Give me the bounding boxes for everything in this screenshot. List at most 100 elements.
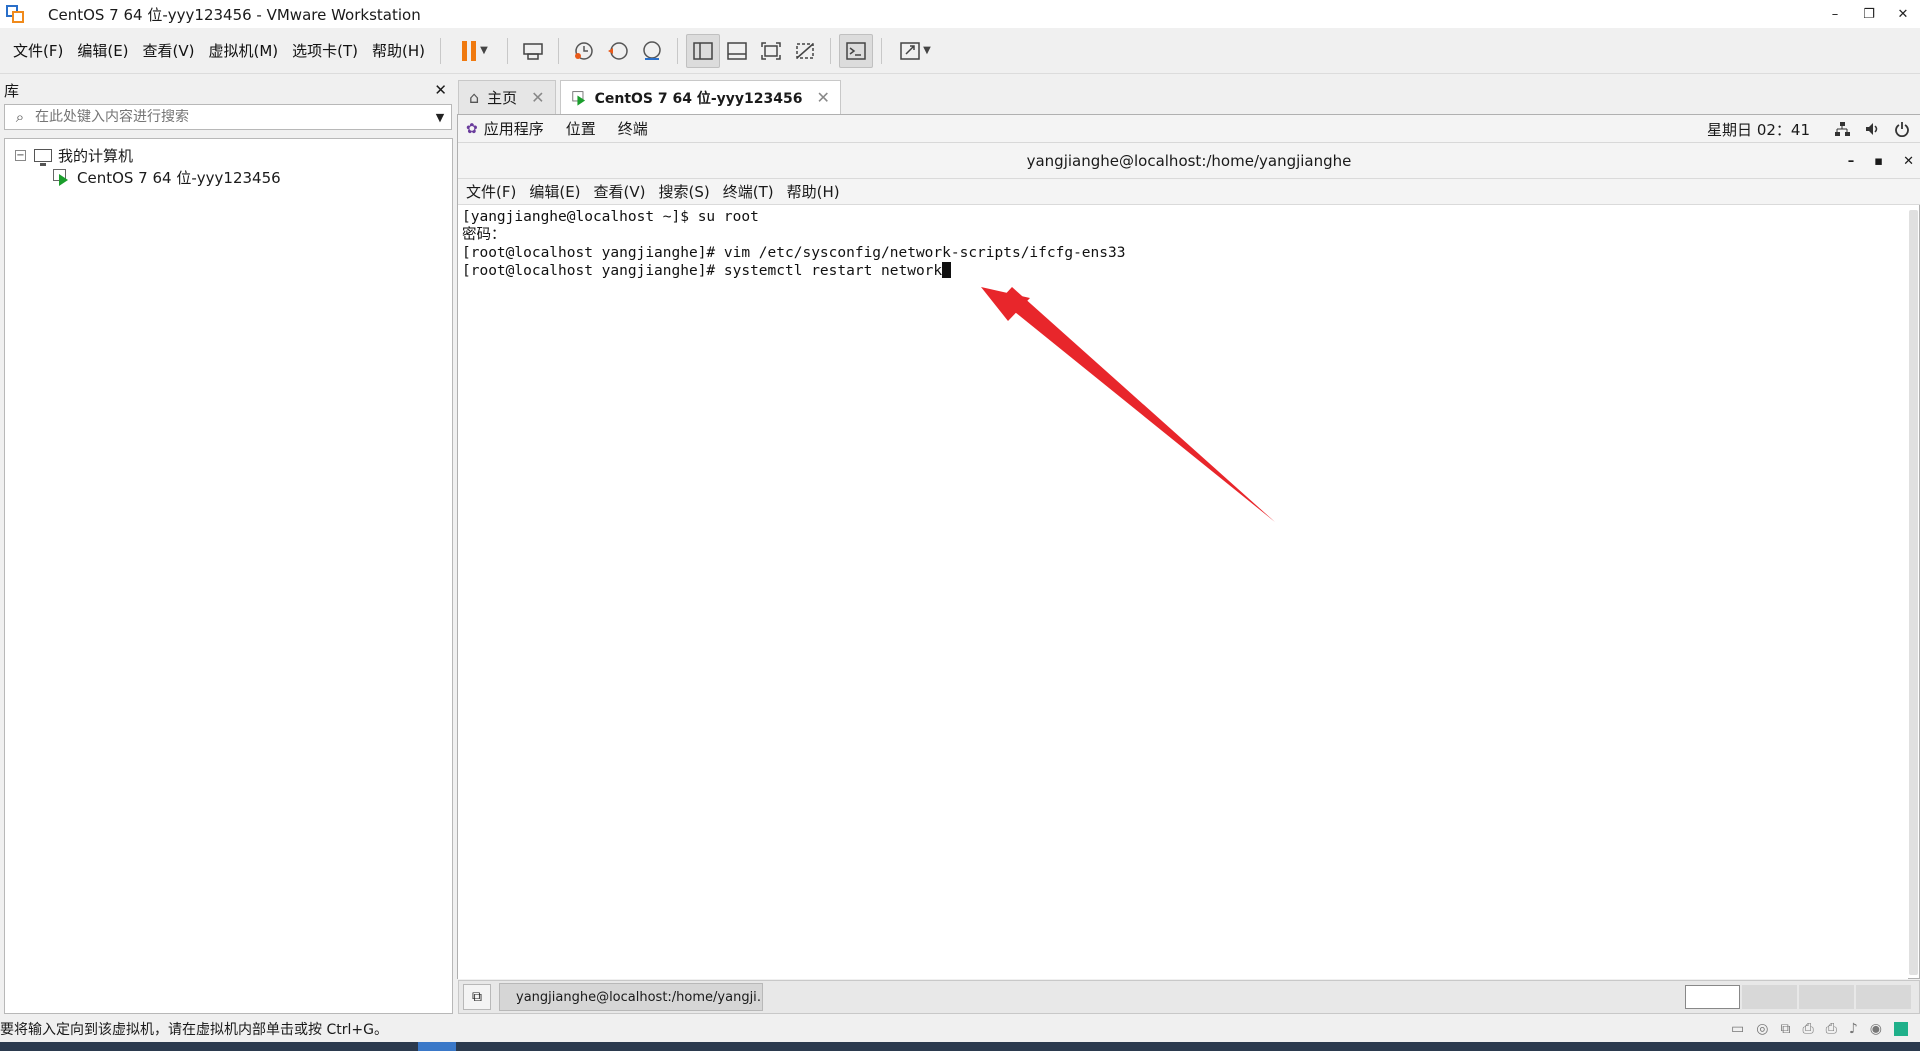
workspace-1[interactable]: [1685, 985, 1740, 1009]
printer-icon[interactable]: ⎙: [1826, 1021, 1837, 1037]
guest-taskbar: ⧉ yangjianghe@localhost:/home/yangji…: [458, 980, 1920, 1014]
tree-label: 我的计算机: [58, 146, 134, 165]
library-close-button[interactable]: ✕: [434, 81, 447, 99]
window-title: CentOS 7 64 位-yyy123456 - VMware Worksta…: [48, 5, 421, 24]
guest-terminal-menu[interactable]: 终端: [618, 118, 648, 139]
collapse-icon[interactable]: −: [15, 149, 26, 161]
host-taskbar-strip: [0, 1042, 1920, 1051]
terminal-menu-file[interactable]: 文件(F): [466, 181, 516, 202]
terminal-minimize-button[interactable]: –: [1848, 154, 1855, 169]
tree-label: CentOS 7 64 位-yyy123456: [77, 168, 281, 187]
workspace-4[interactable]: [1856, 985, 1911, 1009]
toolbar-separator: [440, 37, 442, 64]
menu-help[interactable]: 帮助(H): [365, 40, 432, 61]
library-search-input[interactable]: [35, 109, 429, 125]
terminal-menu-edit[interactable]: 编辑(E): [529, 181, 580, 202]
close-icon[interactable]: ✕: [531, 88, 544, 107]
gnome-foot-icon: ✿: [466, 120, 478, 137]
display-icon[interactable]: ◉: [1870, 1021, 1882, 1037]
tab-home[interactable]: ⌂ 主页 ✕: [458, 80, 556, 114]
search-dropdown-icon[interactable]: ▼: [429, 111, 451, 124]
show-thumbnail-bar-button[interactable]: [720, 34, 754, 68]
tab-strip: ⌂ 主页 ✕ CentOS 7 64 位-yyy123456 ✕: [458, 80, 845, 114]
guest-top-panel: ✿ 应用程序 位置 终端 星期日 02：41: [458, 115, 1920, 143]
guest-applications-menu[interactable]: 应用程序: [484, 118, 544, 139]
close-icon[interactable]: ✕: [816, 88, 829, 107]
thumbnail-layout-icon: [727, 41, 747, 60]
status-message: 要将输入定向到该虚拟机，请在虚拟机内部单击或按 Ctrl+G。: [0, 1022, 388, 1038]
menu-file[interactable]: 文件(F): [6, 40, 70, 61]
show-library-button[interactable]: [686, 33, 721, 68]
message-icon[interactable]: [1894, 1022, 1908, 1036]
minimize-button[interactable]: –: [1818, 0, 1852, 28]
text-cursor: [942, 262, 952, 278]
terminal-titlebar: yangjianghe@localhost:/home/yangjianghe …: [458, 143, 1920, 179]
library-header: 库 ✕: [0, 76, 455, 104]
vm-running-icon: [571, 90, 587, 106]
vmware-logo-icon: [4, 3, 26, 25]
home-icon: ⌂: [469, 88, 480, 107]
chevron-down-icon: ▼: [923, 45, 931, 56]
status-bar: 要将输入定向到该虚拟机，请在虚拟机内部单击或按 Ctrl+G。 ▭ ◎ ⧉ ⎙ …: [0, 1018, 1920, 1040]
tree-item-vm[interactable]: CentOS 7 64 位-yyy123456: [5, 166, 452, 188]
task-label: yangjianghe@localhost:/home/yangji…: [516, 989, 763, 1005]
vm-display[interactable]: ✿ 应用程序 位置 终端 星期日 02：41 yangjianghe@local…: [457, 114, 1920, 979]
suspend-button[interactable]: ▼: [449, 34, 499, 68]
tab-label: CentOS 7 64 位-yyy123456: [594, 90, 803, 107]
guest-clock[interactable]: 星期日 02：41: [1707, 119, 1810, 140]
take-snapshot-button[interactable]: [567, 34, 601, 68]
revert-snapshot-button[interactable]: [601, 34, 635, 68]
close-window-button[interactable]: ✕: [1886, 0, 1920, 28]
library-search: ⌕ ▼: [4, 104, 452, 130]
snapshot-manager-button[interactable]: [635, 34, 669, 68]
vm-running-icon: [53, 169, 71, 186]
power-icon[interactable]: [1894, 121, 1910, 137]
taskbar-terminal-item[interactable]: yangjianghe@localhost:/home/yangji…: [499, 983, 763, 1011]
sound-icon[interactable]: ♪: [1849, 1021, 1858, 1037]
terminal-line: 密码：: [462, 227, 506, 243]
console-view-button[interactable]: [839, 33, 874, 68]
revert-snapshot-icon: [608, 41, 628, 60]
terminal-menu-terminal[interactable]: 终端(T): [723, 181, 774, 202]
guest-places-menu[interactable]: 位置: [566, 118, 596, 139]
send-ctrl-alt-del-button[interactable]: [516, 34, 550, 68]
workspace-2[interactable]: [1742, 985, 1797, 1009]
terminal-maximize-button[interactable]: ▪: [1874, 154, 1883, 169]
workspace-3[interactable]: [1799, 985, 1854, 1009]
terminal-menu-view[interactable]: 查看(V): [594, 181, 646, 202]
tree-item-my-computer[interactable]: − 我的计算机: [5, 144, 452, 166]
tab-label: 主页: [487, 89, 518, 107]
snapshot-manager-icon: [643, 40, 661, 60]
terminal-scrollbar[interactable]: [1909, 210, 1918, 975]
workspace-switcher: [1685, 985, 1911, 1009]
full-screen-button[interactable]: [754, 34, 788, 68]
pause-icon: [462, 40, 468, 61]
terminal-title: yangjianghe@localhost:/home/yangjianghe: [1026, 151, 1352, 170]
menu-edit[interactable]: 编辑(E): [70, 40, 135, 61]
terminal-output[interactable]: [yangjianghe@localhost ~]$ su root 密码： [ro…: [458, 206, 1908, 979]
stretch-icon: [900, 41, 920, 60]
network-icon[interactable]: [1834, 121, 1850, 137]
restore-button[interactable]: ❐: [1852, 0, 1886, 28]
menu-vm[interactable]: 虚拟机(M): [202, 40, 286, 61]
stretch-guest-button[interactable]: ▼: [890, 34, 940, 68]
fullscreen-icon: [761, 41, 781, 60]
usb-icon[interactable]: ⎙: [1802, 1021, 1813, 1037]
terminal-close-button[interactable]: ✕: [1903, 154, 1914, 169]
network-adapter-icon[interactable]: ⧉: [1780, 1021, 1790, 1037]
volume-icon[interactable]: [1864, 121, 1880, 137]
terminal-menu-search[interactable]: 搜索(S): [659, 181, 710, 202]
cd-dvd-icon[interactable]: ◎: [1756, 1021, 1768, 1037]
unity-button[interactable]: [788, 34, 822, 68]
tab-vm[interactable]: CentOS 7 64 位-yyy123456 ✕: [559, 80, 841, 114]
computer-icon: [34, 148, 52, 166]
terminal-menu-help[interactable]: 帮助(H): [787, 181, 840, 202]
menu-view[interactable]: 查看(V): [136, 40, 202, 61]
chevron-down-icon: ▼: [480, 45, 488, 56]
unity-icon: [796, 42, 814, 59]
show-desktop-button[interactable]: ⧉: [463, 984, 491, 1010]
menu-tabs[interactable]: 选项卡(T): [285, 40, 365, 61]
hard-disk-icon[interactable]: ▭: [1731, 1021, 1744, 1037]
library-title: 库: [4, 81, 20, 100]
title-bar: CentOS 7 64 位-yyy123456 - VMware Worksta…: [0, 0, 1920, 28]
